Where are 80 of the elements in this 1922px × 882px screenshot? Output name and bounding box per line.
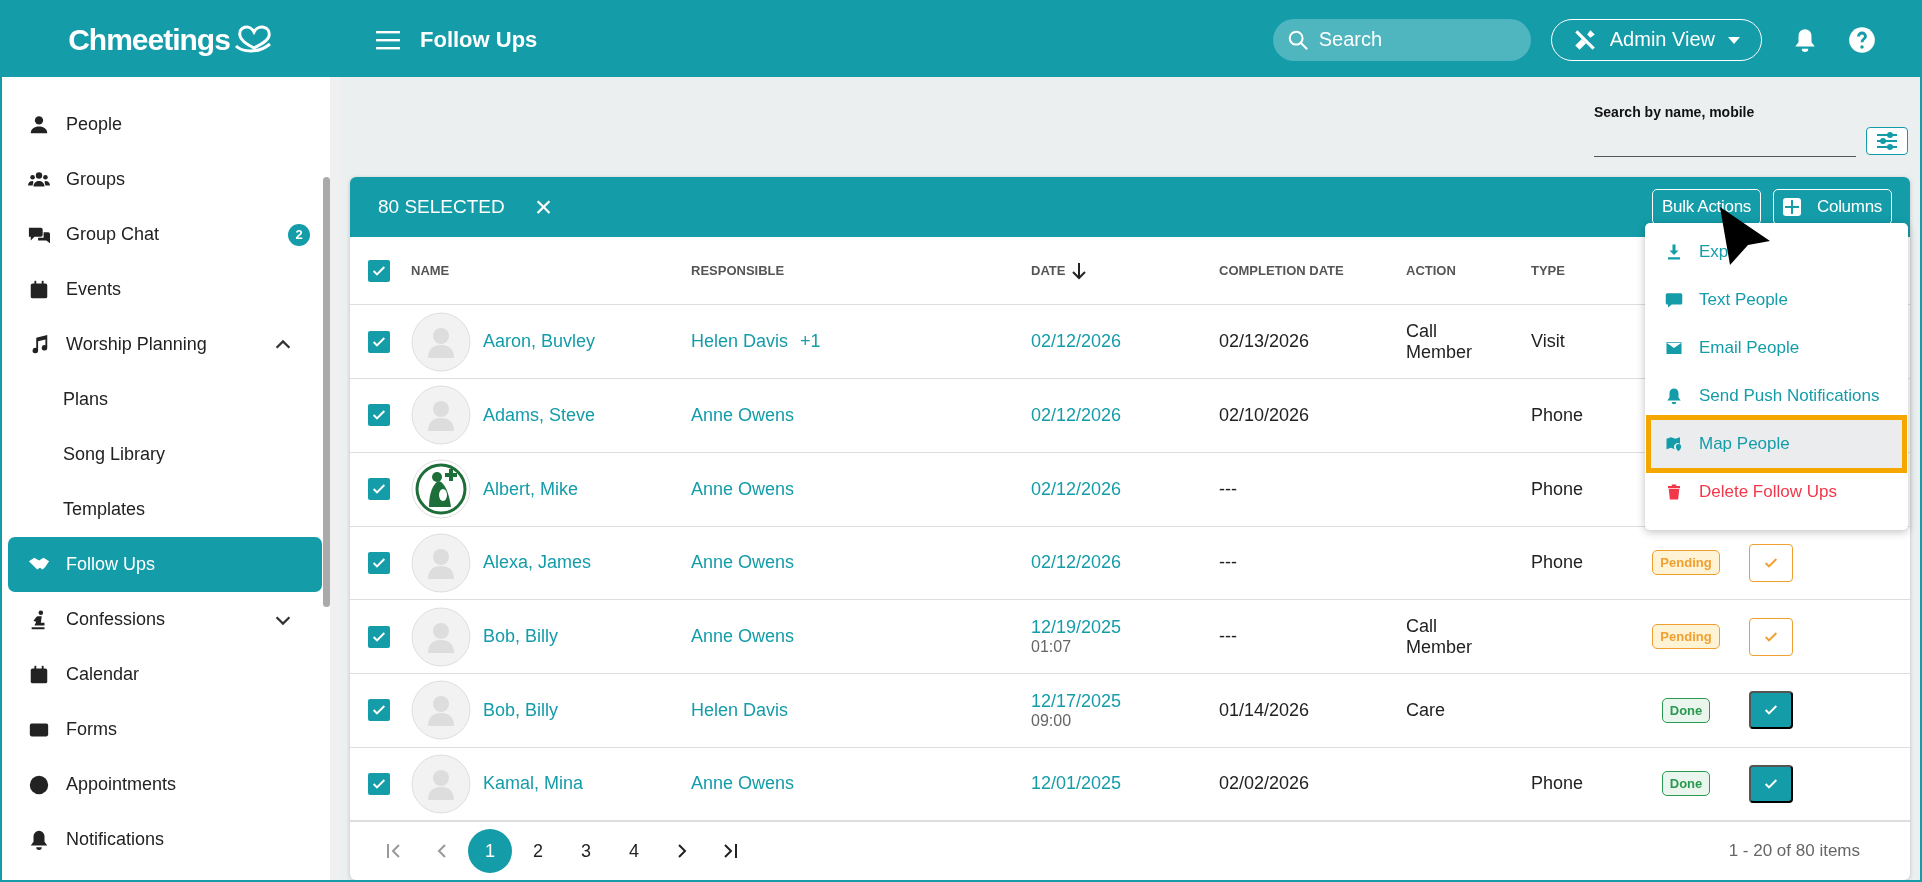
column-header[interactable]: DATE	[1031, 261, 1219, 280]
table-cell-text: Phone	[1531, 773, 1585, 795]
table-cell-text: ---	[1219, 626, 1238, 648]
table-cell-text: 02/10/2026	[1219, 404, 1311, 426]
sidebar-item[interactable]: People	[8, 97, 322, 152]
table-cell-text: 02/13/2026	[1219, 331, 1311, 353]
date-link[interactable]: 02/12/2026	[1031, 331, 1219, 353]
status-badge: Pending	[1652, 624, 1720, 650]
sidebar-item[interactable]: Notifications	[8, 812, 322, 867]
page-button[interactable]: 3	[564, 829, 608, 874]
menu-item[interactable]: Email People	[1651, 324, 1902, 372]
table-cell-text: ---	[1219, 552, 1238, 574]
person-name-link[interactable]: Bob, Billy	[483, 626, 559, 648]
responsible-link[interactable]: Helen Davis	[691, 331, 789, 353]
responsible-link[interactable]: Anne Owens	[691, 552, 795, 574]
sidebar-item[interactable]: Plans	[8, 372, 322, 427]
menu-item[interactable]: Delete Follow Ups	[1651, 468, 1902, 516]
date-link[interactable]: 12/01/2025	[1031, 773, 1219, 795]
status-badge: Done	[1661, 771, 1711, 797]
sidebar-item[interactable]: Worship Planning	[8, 317, 322, 372]
column-header[interactable]: NAME	[411, 263, 691, 279]
selected-count: 80 SELECTED	[378, 195, 505, 218]
column-header[interactable]: RESPONSIBLE	[691, 263, 1031, 279]
date-link[interactable]: 12/19/2025	[1031, 617, 1219, 639]
status-badge: Done	[1661, 697, 1711, 723]
page-button[interactable]: 1	[468, 829, 512, 874]
sidebar-item[interactable]: Confessions	[8, 592, 322, 647]
date-link[interactable]: 02/12/2026	[1031, 552, 1219, 574]
search-label: Search by name, mobile	[1594, 104, 1756, 120]
person-name-link[interactable]: Alexa, James	[483, 552, 592, 574]
sidebar-item[interactable]: Follow Ups	[8, 537, 322, 592]
responsible-link[interactable]: Anne Owens	[691, 478, 795, 500]
date-link[interactable]: 12/17/2025	[1031, 690, 1219, 712]
responsible-link[interactable]: Anne Owens	[691, 626, 795, 648]
person-name-link[interactable]: Kamal, Mina	[483, 773, 584, 795]
table-cell-text: Phone	[1531, 478, 1585, 500]
date-link[interactable]: 02/12/2026	[1031, 478, 1219, 500]
person-name-link[interactable]: Bob, Billy	[483, 699, 559, 721]
table-cell-text: Phone	[1531, 552, 1585, 574]
person-name-link[interactable]: Albert, Mike	[483, 478, 579, 500]
status-badge: Pending	[1652, 550, 1720, 576]
responsible-link[interactable]: Helen Davis	[691, 699, 789, 721]
time-text: 09:00	[1031, 711, 1073, 730]
sidebar-item[interactable]: Song Library	[8, 427, 322, 482]
table-cell-text: Call Member	[1406, 320, 1473, 363]
table-cell-text: Visit	[1531, 331, 1566, 353]
table-cell-text: 01/14/2026	[1219, 699, 1311, 721]
table-cell-text: Care	[1406, 699, 1446, 721]
menu-item[interactable]: Send Push Notifications	[1651, 372, 1902, 420]
sidebar-item[interactable]: Appointments	[8, 757, 322, 812]
sidebar-item[interactable]: Templates	[8, 482, 322, 537]
more-count[interactable]: +1	[800, 331, 821, 353]
sidebar-item[interactable]: Calendar	[8, 647, 322, 702]
sidebar-item[interactable]: Events	[8, 262, 322, 317]
page-title: Follow Ups	[420, 26, 538, 53]
responsible-link[interactable]: Anne Owens	[691, 404, 795, 426]
column-header[interactable]: TYPE	[1531, 263, 1631, 279]
table-cell-text: Phone	[1531, 404, 1585, 426]
count-badge: 2	[288, 223, 310, 246]
close-button[interactable]: ×	[534, 191, 553, 222]
time-text: 01:07	[1031, 638, 1073, 657]
menu-item[interactable]: Text People	[1651, 276, 1902, 324]
date-link[interactable]: 02/12/2026	[1031, 404, 1219, 426]
table-cell-text: Call Member	[1406, 615, 1473, 658]
sidebar-item[interactable]: Forms	[8, 702, 322, 757]
page-button[interactable]: 2	[516, 829, 560, 874]
responsible-link[interactable]: Anne Owens	[691, 773, 795, 795]
page-button[interactable]: 4	[612, 829, 656, 874]
search-field[interactable]: Search	[1272, 18, 1531, 61]
column-header[interactable]: ACTION	[1406, 263, 1531, 279]
column-header[interactable]: COMPLETION DATE	[1219, 263, 1406, 279]
table-cell-text: 02/02/2026	[1219, 773, 1311, 795]
table-cell-text: ---	[1219, 478, 1238, 500]
page-summary: 1 - 20 of 80 items	[1728, 841, 1860, 862]
person-name-link[interactable]: Adams, Steve	[483, 404, 596, 426]
sidebar-item[interactable]: Groups	[8, 152, 322, 207]
menu-item[interactable]: Exp	[1651, 228, 1902, 276]
logo-text: Chmeetings	[68, 22, 230, 57]
sidebar-item[interactable]: Group Chat 2	[8, 207, 322, 262]
person-name-link[interactable]: Aaron, Buvley	[483, 331, 596, 353]
